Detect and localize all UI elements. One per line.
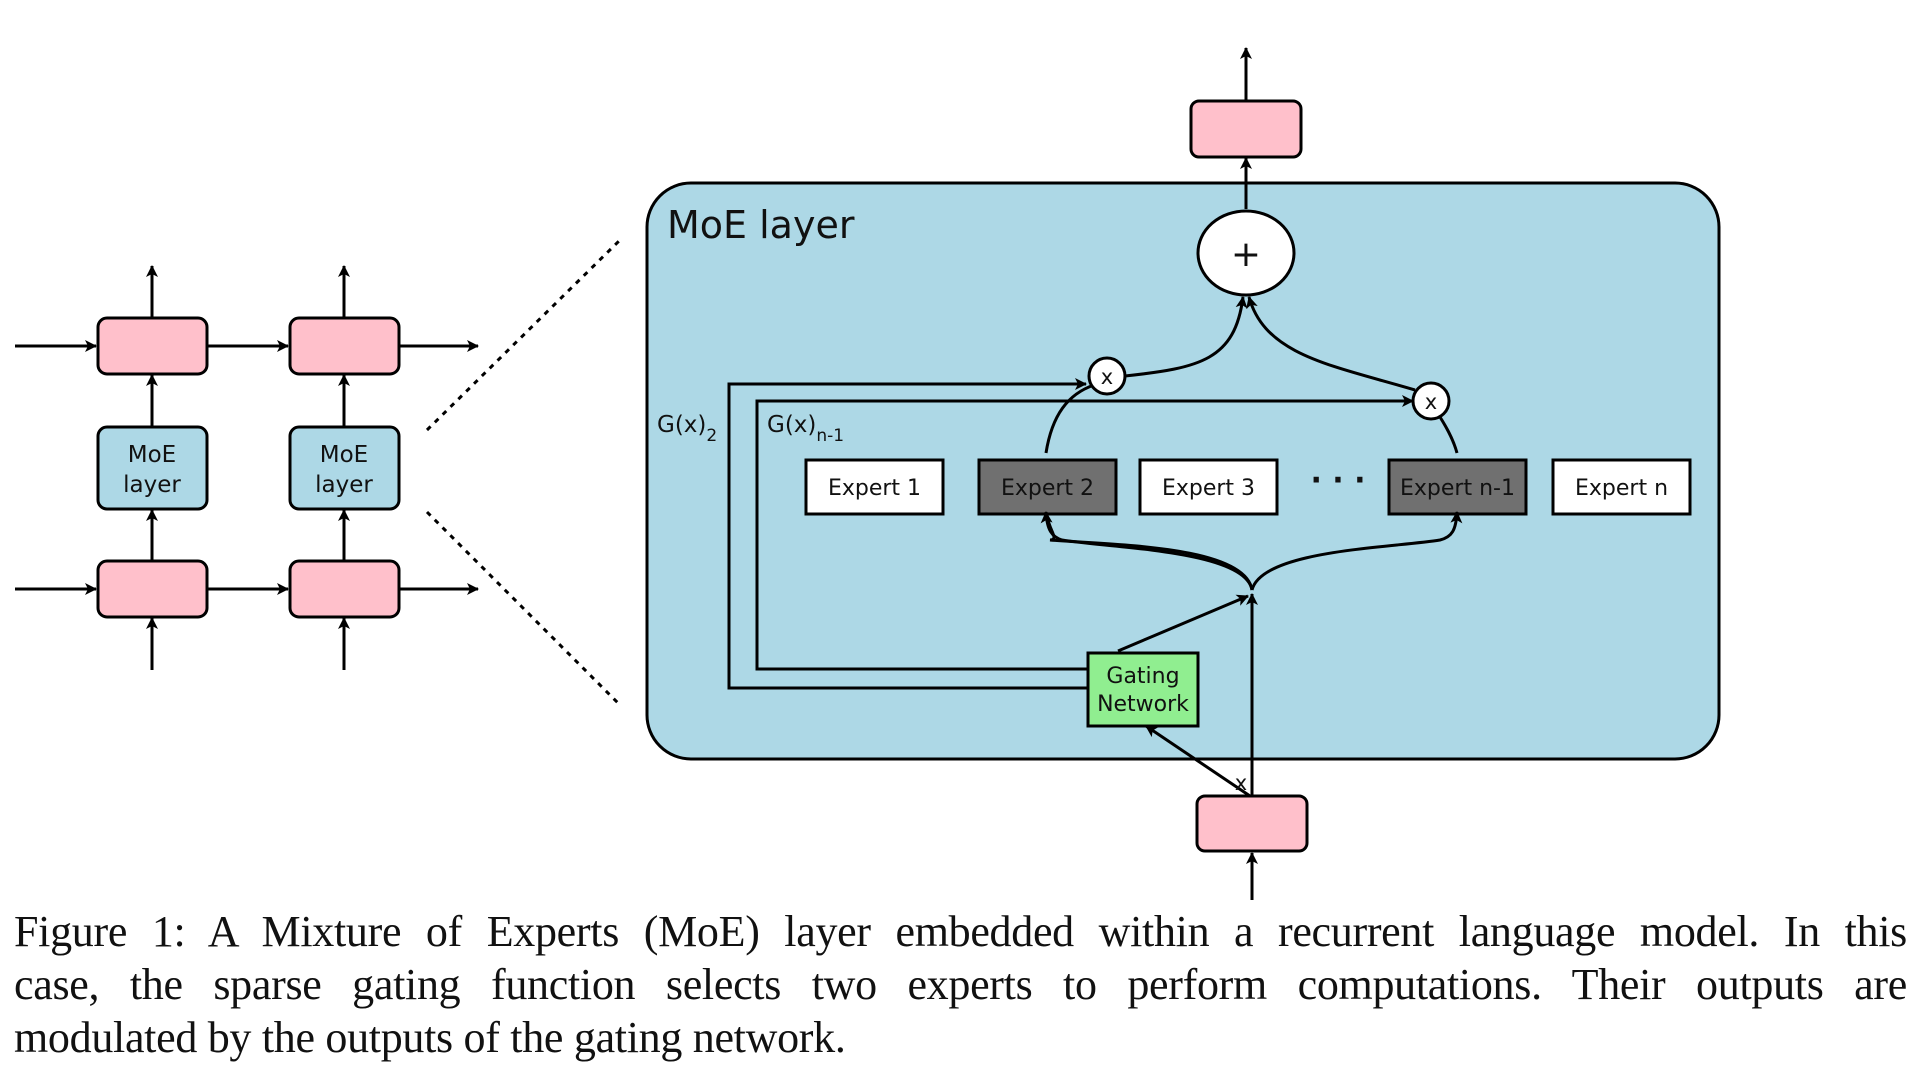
caption-line: Figure 1: A Mixture of Experts (MoE) lay… xyxy=(14,907,1907,956)
rnn-cell-input xyxy=(1195,794,1309,853)
expert-3: Expert 3 xyxy=(1138,458,1279,516)
expert-4: Expert n-1 xyxy=(1387,458,1528,516)
expert-label: Expert 3 xyxy=(1162,476,1255,501)
gating-network-label: Gating xyxy=(1106,664,1179,689)
multiply-icon: x xyxy=(1425,390,1437,414)
rnn-cell xyxy=(288,316,401,376)
expert-label: Expert n xyxy=(1575,476,1668,501)
rnn-cell xyxy=(96,316,209,376)
gating-network-label: Network xyxy=(1097,692,1189,717)
moe-figure: MoE layer MoE layer MoE layer + x x G(x)… xyxy=(15,47,1721,900)
rnn-cell-output xyxy=(1189,99,1303,159)
moe-block-label: layer xyxy=(315,472,373,498)
expert-label: Expert 1 xyxy=(828,476,921,501)
zoom-guide-line xyxy=(425,510,622,707)
moe-block-label: layer xyxy=(123,472,181,498)
rnn-cell xyxy=(288,559,401,619)
moe-block-label: MoE xyxy=(128,442,176,468)
plus-icon: + xyxy=(1231,234,1261,275)
expert-2: Expert 2 xyxy=(977,458,1118,516)
expert-label: Expert n-1 xyxy=(1400,476,1515,501)
expert-5: Expert n xyxy=(1551,458,1692,516)
experts-row: Expert 1 Expert 2 Expert 3 Expert n-1 Expert… xyxy=(804,458,1692,516)
expert-label: Expert 2 xyxy=(1001,476,1094,501)
caption-line: case, the sparse gating function selects… xyxy=(14,960,1907,1009)
expert-1: Expert 1 xyxy=(804,458,945,516)
moe-block-label: MoE xyxy=(320,442,368,468)
ellipsis: · · · xyxy=(1310,463,1365,498)
rnn-cell xyxy=(96,559,209,619)
figure-caption: Figure 1: A Mixture of Experts (MoE) lay… xyxy=(14,905,1907,1064)
moe-layer-title: MoE layer xyxy=(667,203,855,247)
multiply-icon: x xyxy=(1101,365,1113,389)
zoom-guide-line xyxy=(425,238,622,432)
input-label: x xyxy=(1235,771,1247,795)
caption-line: modulated by the outputs of the gating n… xyxy=(14,1013,846,1062)
left-rnn-stack xyxy=(15,265,479,670)
